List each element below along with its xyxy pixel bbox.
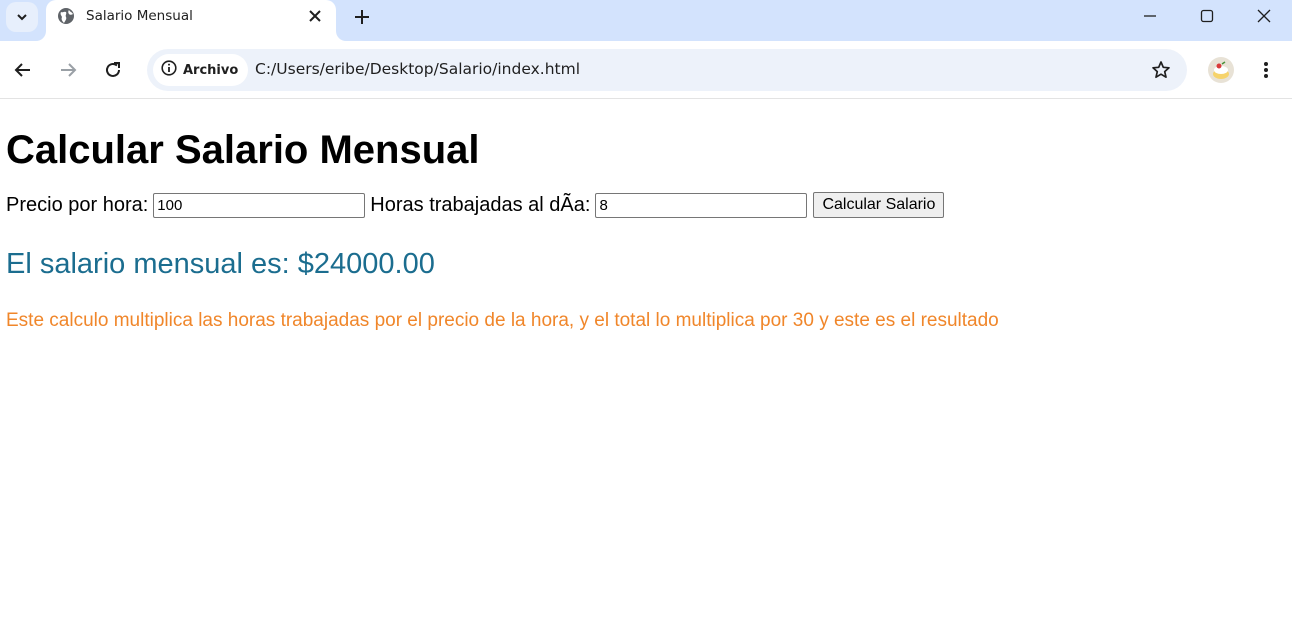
plus-icon[interactable] [350, 5, 374, 29]
minimize-icon[interactable] [1121, 0, 1178, 32]
site-info-chip[interactable]: Archivo [153, 54, 249, 86]
browser-toolbar: Archivo C:/Users/eribe/Desktop/Salario/i… [0, 41, 1292, 99]
hours-input[interactable] [595, 192, 808, 218]
back-arrow-icon[interactable] [7, 54, 39, 86]
url-text[interactable]: C:/Users/eribe/Desktop/Salario/index.htm… [255, 60, 580, 78]
explanation-text: Este calculo multiplica las horas trabaj… [6, 310, 999, 331]
tab-search-icon[interactable] [6, 2, 38, 32]
window-close-icon[interactable] [1235, 0, 1292, 32]
price-label: Precio por hora: [6, 193, 149, 216]
close-icon[interactable] [306, 7, 324, 25]
salary-form: Precio por hora: Horas trabajadas al dÃa… [6, 191, 1286, 219]
profile-avatar-icon[interactable] [1208, 57, 1234, 83]
browser-tab[interactable]: Salario Mensual [46, 0, 336, 41]
tab-strip: Salario Mensual [0, 0, 1292, 41]
info-icon [161, 59, 177, 81]
security-chip-label: Archivo [183, 62, 239, 78]
tab-title: Salario Mensual [86, 8, 193, 24]
hours-label: Horas trabajadas al dÃa: [370, 193, 591, 216]
reload-icon[interactable] [97, 54, 129, 86]
calculate-button[interactable]: Calcular Salario [813, 192, 945, 218]
result-text: El salario mensual es: $24000.00 [6, 248, 435, 280]
page-content: Calcular Salario Mensual Precio por hora… [0, 100, 1292, 642]
star-icon[interactable] [1149, 58, 1173, 82]
more-vert-icon[interactable] [1254, 57, 1278, 83]
forward-arrow-icon[interactable] [52, 54, 84, 86]
globe-icon [57, 7, 75, 25]
maximize-icon[interactable] [1178, 0, 1235, 32]
page-title: Calcular Salario Mensual [6, 128, 480, 172]
address-bar[interactable]: Archivo C:/Users/eribe/Desktop/Salario/i… [147, 49, 1187, 91]
price-input[interactable] [153, 192, 366, 218]
